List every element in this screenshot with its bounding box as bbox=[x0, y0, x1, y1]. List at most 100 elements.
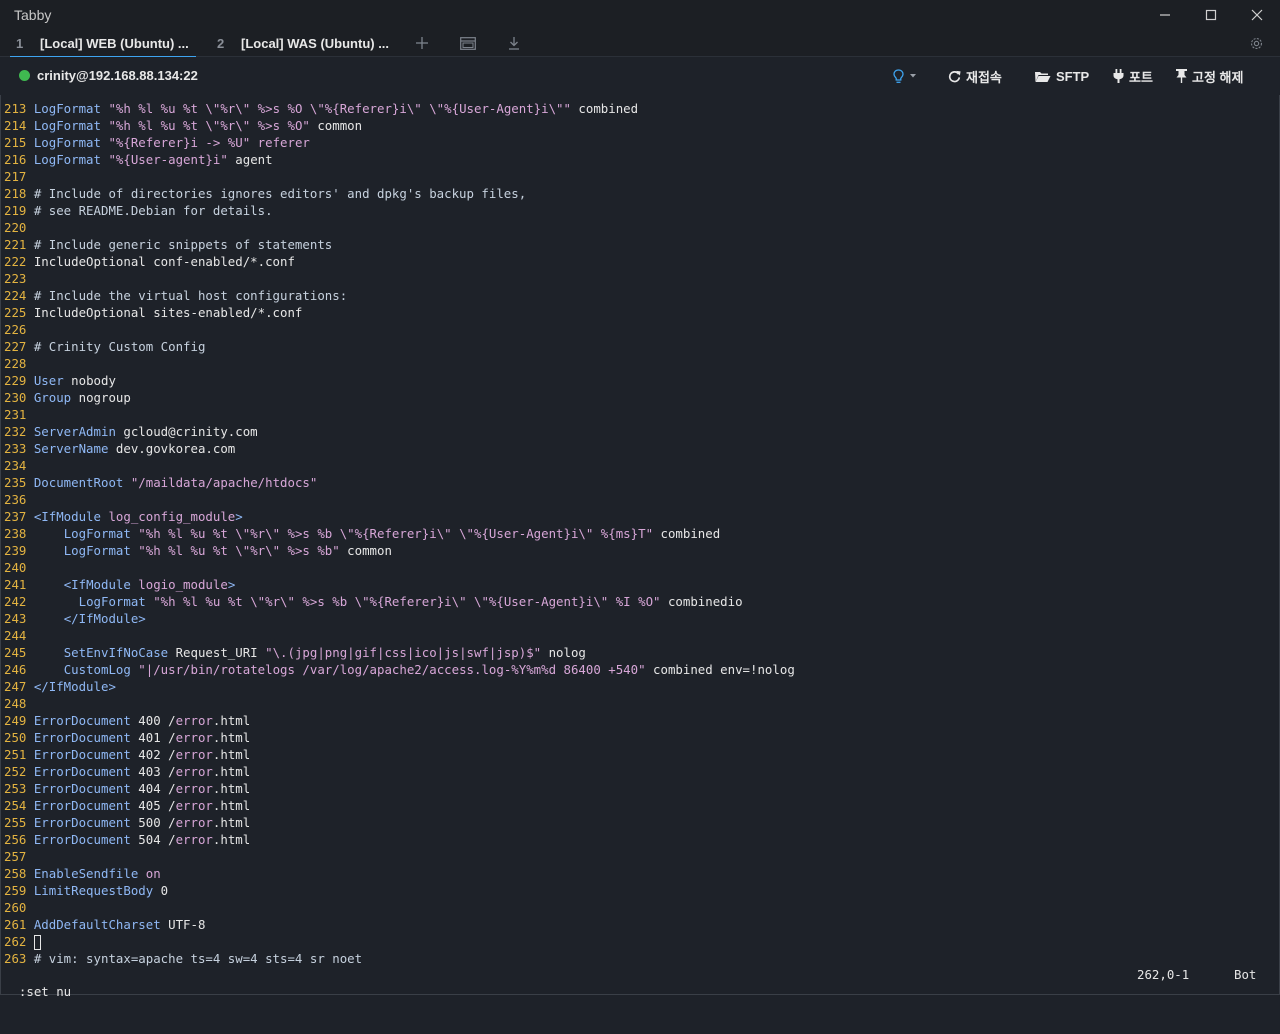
code-token: logio_module bbox=[130, 577, 228, 592]
close-button[interactable] bbox=[1234, 0, 1280, 30]
unpin-button[interactable]: 고정 해제 bbox=[1176, 66, 1243, 86]
terminal-line: 237 <IfModule log_config_module> bbox=[4, 508, 243, 525]
code-token: 405 / bbox=[130, 798, 176, 813]
new-tab-button[interactable] bbox=[412, 34, 432, 52]
tab-label: [Local] WEB (Ubuntu) ... bbox=[40, 35, 189, 51]
code-token: > bbox=[235, 509, 243, 524]
code-token: ErrorDocument bbox=[33, 781, 131, 796]
line-number: 259 bbox=[4, 883, 34, 898]
terminal-line: 224 # Include the virtual host configura… bbox=[4, 287, 347, 304]
line-number: 261 bbox=[4, 917, 34, 932]
line-number: 228 bbox=[4, 356, 34, 371]
code-token: LogFormat bbox=[63, 526, 131, 541]
settings-button[interactable] bbox=[1246, 34, 1266, 52]
terminal-line: 262 bbox=[4, 933, 41, 950]
download-button[interactable] bbox=[504, 34, 524, 52]
reconnect-button[interactable]: 재접속 bbox=[948, 66, 1002, 86]
maximize-button[interactable] bbox=[1188, 0, 1234, 30]
tab-number: 2 bbox=[217, 35, 225, 51]
code-token: "%h %l %u %t \"%r\" %>s %b \"%{Referer}i… bbox=[153, 594, 661, 609]
session-toolbar: crinity@192.168.88.134:22 재접속 SFTP 포트 고정… bbox=[0, 57, 1280, 95]
terminal-line: 236 bbox=[4, 491, 34, 508]
plus-icon bbox=[416, 37, 428, 49]
terminal-line: 251 ErrorDocument 402 /error.html bbox=[4, 746, 250, 763]
code-token: agent bbox=[227, 152, 273, 167]
terminal-line: 227 # Crinity Custom Config bbox=[4, 338, 205, 355]
line-number: 250 bbox=[4, 730, 34, 745]
split-button[interactable] bbox=[458, 34, 478, 52]
code-token: LogFormat bbox=[33, 135, 101, 150]
code-token: referer bbox=[250, 135, 310, 150]
line-number: 247 bbox=[4, 679, 34, 694]
tips-button[interactable] bbox=[893, 66, 917, 86]
code-token: combinedio bbox=[660, 594, 743, 609]
line-number: 257 bbox=[4, 849, 34, 864]
tab-was[interactable]: 2 [Local] WAS (Ubuntu) ... bbox=[211, 30, 397, 56]
sftp-button[interactable]: SFTP bbox=[1034, 66, 1089, 86]
terminal-line: 225 IncludeOptional sites-enabled/*.conf bbox=[4, 304, 302, 321]
terminal-line: 215 LogFormat "%{Referer}i -> %U" refere… bbox=[4, 134, 310, 151]
line-number: 256 bbox=[4, 832, 34, 847]
code-token: combined env=!nolog bbox=[645, 662, 795, 677]
line-number: 217 bbox=[4, 169, 34, 184]
terminal-line: 248 bbox=[4, 695, 34, 712]
line-number: 258 bbox=[4, 866, 34, 881]
terminal-line: 247 </IfModule> bbox=[4, 678, 116, 695]
terminal-line: 235 DocumentRoot "/maildata/apache/htdoc… bbox=[4, 474, 317, 491]
code-token: ErrorDocument bbox=[33, 730, 131, 745]
code-token: nolog bbox=[541, 645, 586, 660]
line-number: 229 bbox=[4, 373, 34, 388]
terminal-line: 256 ErrorDocument 504 /error.html bbox=[4, 831, 250, 848]
tab-web[interactable]: 1 [Local] WEB (Ubuntu) ... bbox=[10, 30, 196, 58]
terminal-line: 238 LogFormat "%h %l %u %t \"%r\" %>s %b… bbox=[4, 525, 720, 542]
code-token: LogFormat bbox=[78, 594, 146, 609]
terminal-line: 252 ErrorDocument 403 /error.html bbox=[4, 763, 250, 780]
code-token: error bbox=[175, 730, 213, 745]
code-token: ErrorDocument bbox=[33, 764, 131, 779]
code-token: error bbox=[175, 815, 213, 830]
reload-icon bbox=[948, 70, 961, 82]
code-token: User bbox=[33, 373, 64, 388]
code-token: # Crinity Custom Config bbox=[33, 339, 206, 354]
line-number: 225 bbox=[4, 305, 34, 320]
vim-status-line: :set nu 262,0-1 Bot bbox=[4, 966, 1272, 999]
terminal-line: 244 bbox=[4, 627, 34, 644]
terminal-line: 216 LogFormat "%{User-agent}i" agent bbox=[4, 151, 273, 168]
line-number: 235 bbox=[4, 475, 34, 490]
code-token: LogFormat bbox=[33, 118, 101, 133]
code-token: "/maildata/apache/htdocs" bbox=[130, 475, 318, 490]
close-icon bbox=[1251, 9, 1263, 21]
line-number: 262 bbox=[4, 934, 34, 949]
terminal-line: 223 bbox=[4, 270, 34, 287]
code-token: LogFormat bbox=[33, 101, 101, 116]
code-token: ErrorDocument bbox=[33, 798, 131, 813]
code-token: error bbox=[175, 747, 213, 762]
terminal-line: 261 AddDefaultCharset UTF-8 bbox=[4, 916, 205, 933]
ports-button[interactable]: 포트 bbox=[1113, 66, 1153, 86]
line-number: 238 bbox=[4, 526, 34, 541]
code-token: "%h %l %u %t \"%r\" %>s %O" bbox=[108, 118, 310, 133]
code-token: AddDefaultCharset bbox=[33, 917, 161, 932]
line-number: 218 bbox=[4, 186, 34, 201]
title-bar: Tabby bbox=[0, 0, 1280, 30]
plug-icon bbox=[1113, 69, 1124, 83]
terminal-line: 228 bbox=[4, 355, 34, 372]
line-number: 242 bbox=[4, 594, 34, 609]
terminal-line: 258 EnableSendfile on bbox=[4, 865, 161, 882]
line-number: 244 bbox=[4, 628, 34, 643]
code-token: > bbox=[227, 577, 236, 592]
code-token: .html bbox=[212, 730, 251, 745]
maximize-icon bbox=[1205, 9, 1217, 21]
code-token: 500 / bbox=[130, 815, 176, 830]
line-number: 255 bbox=[4, 815, 34, 830]
connection-status-dot bbox=[19, 70, 30, 81]
terminal-line: 255 ErrorDocument 500 /error.html bbox=[4, 814, 250, 831]
line-number: 224 bbox=[4, 288, 34, 303]
code-token: .html bbox=[212, 747, 251, 762]
minimize-button[interactable] bbox=[1142, 0, 1188, 30]
terminal-viewport[interactable]: 213 LogFormat "%h %l %u %t \"%r\" %>s %O… bbox=[0, 100, 1280, 995]
sftp-label: SFTP bbox=[1056, 68, 1090, 84]
code-token: error bbox=[175, 832, 213, 847]
